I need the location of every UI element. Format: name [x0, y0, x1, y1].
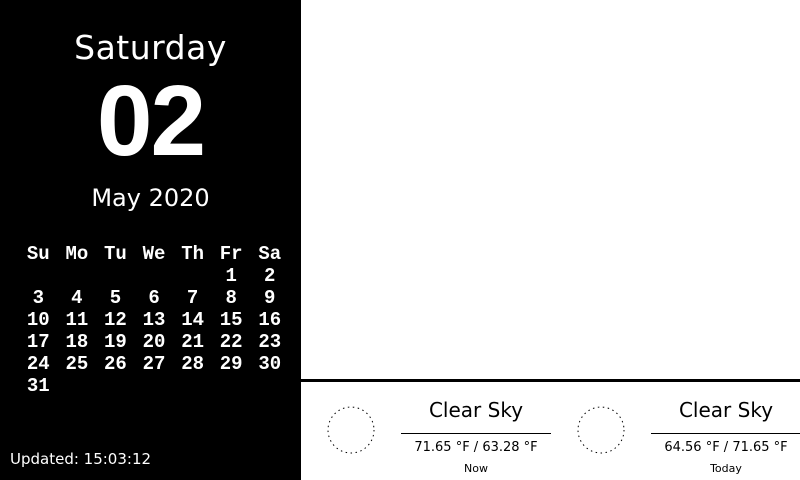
- calendar-day: [96, 265, 135, 287]
- weather-rule: [401, 433, 551, 434]
- weather-condition: Clear Sky: [678, 398, 774, 422]
- calendar-day: 9: [264, 287, 276, 309]
- calendar-day: 16: [258, 309, 282, 331]
- calendar-day: [19, 265, 58, 287]
- weekday-label: Saturday: [74, 28, 227, 67]
- calendar-week-row: 10 11 12 13 14 15 16: [19, 309, 289, 331]
- calendar-day: [135, 265, 174, 287]
- calendar-week-row: 31: [19, 375, 289, 397]
- calendar-day: [58, 375, 97, 397]
- calendar-day: 23: [258, 331, 282, 353]
- calendar-weekday-header: Mo: [65, 243, 89, 265]
- calendar-day: 5: [109, 287, 122, 309]
- calendar-weekday-header: Su: [26, 243, 50, 265]
- calendar-weekday-header: Th: [181, 243, 204, 265]
- calendar-week-row: 3 4 5 6 7 8 9: [19, 287, 289, 309]
- calendar-day: 19: [104, 331, 127, 353]
- calendar-day: 2: [264, 265, 276, 287]
- calendar-day: 26: [104, 353, 127, 375]
- calendar-week-row: 12: [19, 265, 289, 287]
- weather-temperatures: 71.65 °F / 63.28 °F: [414, 440, 538, 455]
- month-year-label: May 2020: [91, 184, 210, 212]
- calendar-day: [173, 265, 212, 287]
- weather-period-label: Today: [710, 462, 742, 475]
- calendar-day: 6: [148, 287, 160, 309]
- date-panel: Saturday 02 May 2020 Su Mo Tu We Th Fr S…: [0, 0, 301, 480]
- calendar-day: [58, 265, 97, 287]
- calendar-day: 20: [142, 331, 166, 353]
- calendar-day: [212, 375, 251, 397]
- weather-condition: Clear Sky: [428, 398, 524, 422]
- weather-rule: [651, 433, 800, 434]
- last-updated-text: Updated: 15:03:12: [10, 450, 152, 468]
- weather-period-label: Now: [464, 462, 488, 475]
- calendar-day: 25: [65, 353, 89, 375]
- calendar-weekday-header: Fr: [219, 243, 243, 265]
- day-number: 02: [96, 65, 206, 177]
- calendar-weekday-header: Tu: [104, 243, 127, 265]
- calendar-day: 14: [181, 309, 204, 331]
- calendar-day: 10: [26, 309, 50, 331]
- calendar-day: 3: [32, 287, 44, 309]
- calendar-day: 31: [26, 375, 50, 397]
- calendar-day: 21: [181, 331, 204, 353]
- clear-sky-icon: [577, 406, 625, 454]
- calendar-day: 28: [181, 353, 204, 375]
- calendar-day: [135, 375, 174, 397]
- calendar-day: 18: [65, 331, 89, 353]
- calendar-day: 8: [225, 287, 237, 309]
- calendar-day: 29: [219, 353, 243, 375]
- calendar-day: [250, 375, 289, 397]
- calendar-day: 13: [142, 309, 166, 331]
- calendar-day: 12: [104, 309, 127, 331]
- calendar-day: [96, 375, 135, 397]
- calendar-day: 24: [26, 353, 50, 375]
- calendar-day: 1: [225, 265, 237, 287]
- calendar-day: 17: [26, 331, 50, 353]
- weather-today: Clear Sky 64.56 °F / 71.65 °F Today: [551, 382, 800, 480]
- weather-temperatures: 64.56 °F / 71.65 °F: [664, 440, 788, 455]
- weather-now: Clear Sky 71.65 °F / 63.28 °F Now: [301, 382, 551, 480]
- calendar-weekday-header: We: [142, 243, 166, 265]
- calendar-week-row: 24 25 26 27 28 29 30: [19, 353, 289, 375]
- calendar-week-row: 17 18 19 20 21 22 23: [19, 331, 289, 353]
- month-calendar: Su Mo Tu We Th Fr Sa 1 2 3 4 5 6 7 8 9 10 11 12 13 14…: [19, 243, 289, 397]
- calendar-weekday-header: Sa: [258, 243, 282, 265]
- calendar-day: 30: [258, 353, 282, 375]
- calendar-day: 7: [186, 287, 199, 309]
- calendar-day: [173, 375, 212, 397]
- calendar-day: 4: [71, 287, 83, 309]
- calendar-day: 22: [219, 331, 243, 353]
- calendar-day: 27: [142, 353, 166, 375]
- calendar-day: 15: [219, 309, 243, 331]
- calendar-day: 11: [65, 309, 89, 331]
- calendar-header-row: Su Mo Tu We Th Fr Sa: [19, 243, 289, 265]
- clear-sky-icon: [327, 406, 375, 454]
